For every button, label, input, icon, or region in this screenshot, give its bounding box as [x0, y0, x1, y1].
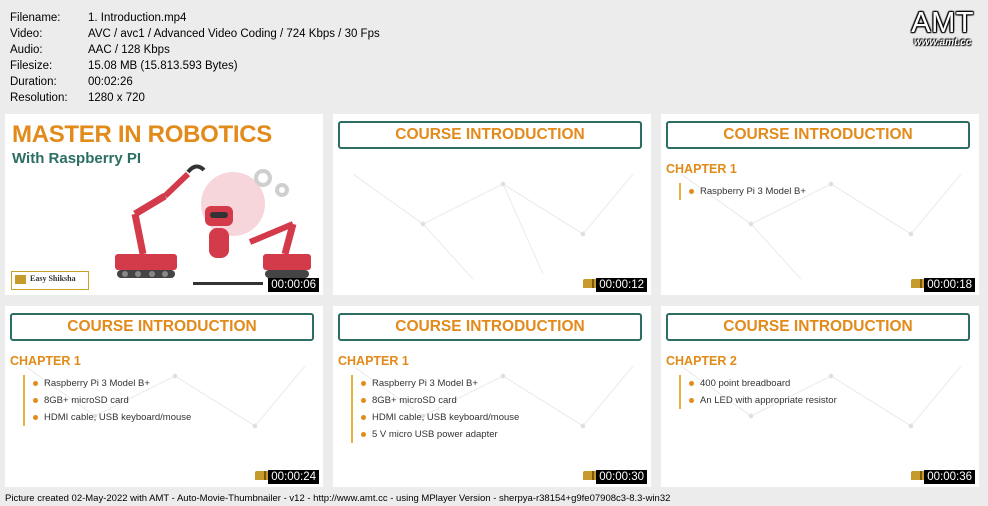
info-duration: Duration: 00:02:26	[10, 75, 133, 88]
list-item: 8GB+ microSD card	[361, 392, 519, 409]
bullet-list: Raspberry Pi 3 Model B+	[679, 183, 806, 200]
chapter-heading: CHAPTER 2	[666, 354, 737, 368]
slide-banner: COURSE INTRODUCTION	[338, 313, 642, 341]
list-item: 400 point breadboard	[689, 375, 837, 392]
easy-shiksha-logo: Easy Shiksha	[11, 271, 89, 290]
list-item: 5 V micro USB power adapter	[361, 426, 519, 443]
chapter-heading: CHAPTER 1	[666, 162, 737, 176]
logo-text: AMT	[911, 7, 974, 39]
chapter-heading: CHAPTER 1	[338, 354, 409, 368]
list-item: Raspberry Pi 3 Model B+	[361, 375, 519, 392]
timestamp-badge: 00:00:12	[596, 278, 647, 292]
slide-banner: COURSE INTRODUCTION	[10, 313, 314, 341]
timestamp-badge: 00:00:18	[924, 278, 975, 292]
footer-credit: Picture created 02-May-2022 with AMT - A…	[5, 493, 671, 504]
timestamp-badge: 00:00:30	[596, 470, 647, 484]
thumbnail-3[interactable]: COURSE INTRODUCTION CHAPTER 1 Raspberry …	[661, 114, 979, 295]
robot-illustration	[115, 164, 311, 285]
bullet-list: Raspberry Pi 3 Model B+ 8GB+ microSD car…	[23, 375, 191, 426]
info-resolution: Resolution: 1280 x 720	[10, 91, 145, 104]
info-filesize: Filesize: 15.08 MB (15.813.593 Bytes)	[10, 59, 238, 72]
list-item: Raspberry Pi 3 Model B+	[689, 183, 806, 200]
list-item: HDMI cable, USB keyboard/mouse	[33, 409, 191, 426]
list-item: Raspberry Pi 3 Model B+	[33, 375, 191, 392]
bullet-list: Raspberry Pi 3 Model B+ 8GB+ microSD car…	[351, 375, 519, 443]
thumbnail-5[interactable]: COURSE INTRODUCTION CHAPTER 1 Raspberry …	[333, 306, 651, 487]
slide-banner: COURSE INTRODUCTION	[338, 121, 642, 149]
info-audio: Audio: AAC / 128 Kbps	[10, 43, 170, 56]
list-item: An LED with appropriate resistor	[689, 392, 837, 409]
thumbnail-1[interactable]: MASTER IN ROBOTICS With Raspberry PI Eas…	[5, 114, 323, 295]
slide-banner: COURSE INTRODUCTION	[666, 121, 970, 149]
file-info: Filename: 1. Introduction.mp4 Video: AVC /…	[10, 11, 380, 106]
timestamp-badge: 00:00:06	[268, 278, 319, 292]
logo-url: www.amt.cc	[913, 37, 972, 48]
timestamp-badge: 00:00:36	[924, 470, 975, 484]
slide-banner: COURSE INTRODUCTION	[666, 313, 970, 341]
timestamp-badge: 00:00:24	[268, 470, 319, 484]
list-item: HDMI cable, USB keyboard/mouse	[361, 409, 519, 426]
amt-logo: AMT www.amt.cc	[911, 8, 974, 48]
info-video: Video: AVC / avc1 / Advanced Video Coding…	[10, 27, 380, 40]
info-filename: Filename: 1. Introduction.mp4	[10, 12, 187, 24]
book-icon	[15, 275, 26, 284]
chapter-heading: CHAPTER 1	[10, 354, 81, 368]
thumbnail-2[interactable]: COURSE INTRODUCTION 00:00:12	[333, 114, 651, 295]
thumbnail-4[interactable]: COURSE INTRODUCTION CHAPTER 1 Raspberry …	[5, 306, 323, 487]
bullet-list: 400 point breadboard An LED with appropr…	[679, 375, 837, 409]
list-item: 8GB+ microSD card	[33, 392, 191, 409]
thumbnail-6[interactable]: COURSE INTRODUCTION CHAPTER 2 400 point …	[661, 306, 979, 487]
